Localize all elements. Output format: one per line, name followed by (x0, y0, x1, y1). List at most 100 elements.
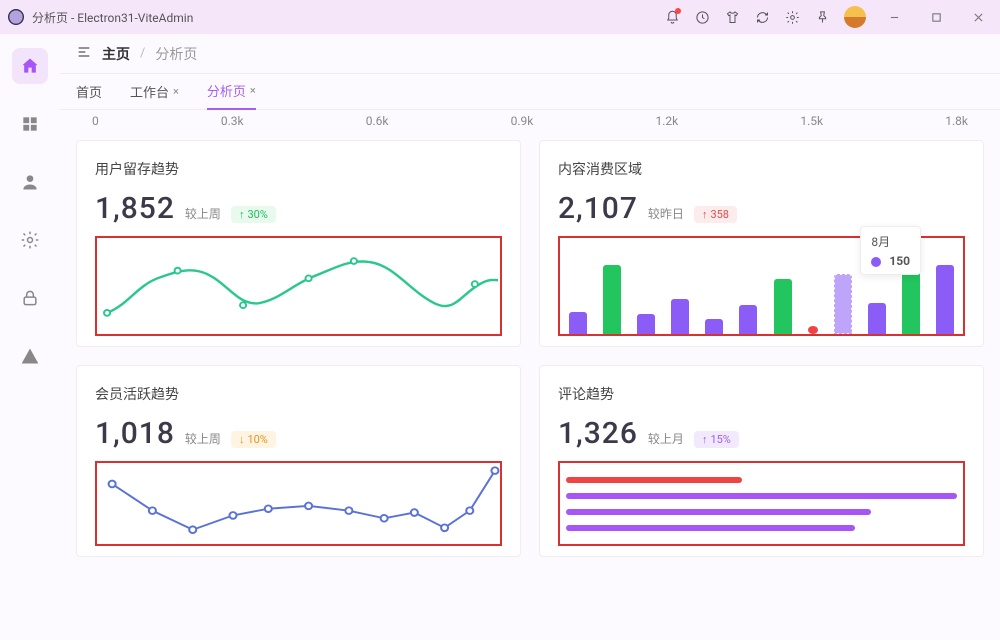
tooltip-title: 8月 (871, 233, 910, 250)
card-metrics: 1,326 较上月 ↑ 15% (558, 416, 965, 451)
close-icon[interactable]: × (250, 84, 256, 97)
shirt-icon[interactable] (724, 9, 740, 25)
axis-tick: 0.3k (221, 114, 244, 128)
card-retention: 用户留存趋势 1,852 较上周 ↑ 30% (76, 140, 521, 347)
sidebar-item-home[interactable] (12, 48, 48, 84)
sidebar-item-lock[interactable] (12, 280, 48, 316)
content-bar-chart[interactable]: 8月 150 (558, 236, 965, 336)
refresh-icon[interactable] (754, 9, 770, 25)
tab-label: 分析页 (207, 81, 246, 100)
delta-value: 10% (247, 433, 267, 446)
card-title: 内容消费区域 (558, 159, 965, 179)
delta-value: 30% (247, 208, 267, 221)
card-title: 会员活跃趋势 (95, 384, 502, 404)
bar[interactable] (774, 279, 792, 334)
card-title: 用户留存趋势 (95, 159, 502, 179)
metric-value: 1,852 (95, 191, 175, 226)
tab-label: 工作台 (130, 82, 169, 101)
metric-compare-label: 较上周 (185, 205, 221, 222)
bar[interactable] (603, 265, 621, 334)
bar[interactable] (705, 319, 723, 334)
axis-tick: 1.2k (656, 114, 679, 128)
bar[interactable] (671, 299, 689, 334)
axis-tick: 1.5k (800, 114, 823, 128)
breadcrumb-home[interactable]: 主页 (102, 44, 130, 64)
cards-grid: 用户留存趋势 1,852 较上周 ↑ 30% (76, 140, 984, 557)
bar[interactable] (868, 303, 886, 334)
window-close-button[interactable] (964, 5, 992, 29)
arrow-up-icon: ↑ (239, 208, 245, 221)
bar[interactable] (936, 265, 954, 334)
arrow-up-icon: ↑ (702, 208, 708, 221)
app-logo-icon (8, 9, 24, 25)
hbar[interactable] (566, 509, 871, 515)
window-maximize-button[interactable] (922, 5, 950, 29)
metric-value: 1,018 (95, 416, 175, 451)
hbar[interactable] (566, 525, 855, 531)
hbar[interactable] (566, 477, 742, 483)
avatar[interactable] (844, 6, 866, 28)
member-line-chart[interactable] (95, 461, 502, 546)
sidebar (0, 34, 60, 640)
bar[interactable] (739, 305, 757, 334)
sidebar-item-grid[interactable] (12, 106, 48, 142)
metric-compare-label: 较上月 (648, 430, 684, 447)
titlebar: 分析页 - Electron31-ViteAdmin (0, 0, 1000, 34)
card-title: 评论趋势 (558, 384, 965, 404)
arrow-up-icon: ↑ (702, 433, 708, 446)
titlebar-left: 分析页 - Electron31-ViteAdmin (8, 9, 193, 26)
bar[interactable] (808, 326, 818, 334)
axis-tick: 0.6k (366, 114, 389, 128)
tab-workbench[interactable]: 工作台 × (130, 74, 179, 110)
chart-tooltip: 8月 150 (860, 226, 921, 275)
close-icon[interactable]: × (173, 85, 179, 98)
card-metrics: 1,018 较上周 ↓ 10% (95, 416, 502, 451)
pin-icon[interactable] (814, 9, 830, 25)
delta-value: 15% (710, 433, 730, 446)
metric-value: 1,326 (558, 416, 638, 451)
card-metrics: 1,852 较上周 ↑ 30% (95, 191, 502, 226)
axis-tick: 0.9k (511, 114, 534, 128)
window-title: 分析页 - Electron31-ViteAdmin (32, 9, 193, 26)
tab-analysis[interactable]: 分析页 × (207, 74, 256, 110)
tab-label: 首页 (76, 82, 102, 101)
hbar[interactable] (566, 493, 957, 499)
card-comment: 评论趋势 1,326 较上月 ↑ 15% (539, 365, 984, 557)
content-scroll[interactable]: 0 0.3k 0.6k 0.9k 1.2k 1.5k 1.8k 用户留存趋势 1… (60, 110, 1000, 640)
axis-tick: 1.8k (945, 114, 968, 128)
sidebar-item-user[interactable] (12, 164, 48, 200)
clock-icon[interactable] (694, 9, 710, 25)
axis-ticks-row: 0 0.3k 0.6k 0.9k 1.2k 1.5k 1.8k (76, 114, 984, 128)
delta-value: 358 (710, 208, 729, 221)
card-member: 会员活跃趋势 1,018 较上周 ↓ 10% (76, 365, 521, 557)
comment-hbar-chart[interactable] (558, 461, 965, 546)
bell-icon[interactable] (664, 9, 680, 25)
tabs-bar: 首页 工作台 × 分析页 × (60, 74, 1000, 110)
main-area: 主页 / 分析页 首页 工作台 × 分析页 × 0 0.3k 0.6k 0. (60, 34, 1000, 640)
breadcrumb: 主页 / 分析页 (60, 34, 1000, 74)
retention-line-chart[interactable] (95, 236, 502, 336)
window-minimize-button[interactable] (880, 5, 908, 29)
bar[interactable] (569, 312, 587, 334)
tab-home[interactable]: 首页 (76, 74, 102, 110)
bar-highlight[interactable] (834, 274, 852, 334)
menu-toggle-icon[interactable] (76, 44, 92, 64)
titlebar-right (664, 5, 992, 29)
hbars-container (560, 463, 963, 544)
notification-dot-icon (675, 8, 681, 14)
bar[interactable] (902, 271, 920, 334)
sidebar-item-warning[interactable] (12, 338, 48, 374)
delta-badge: ↑ 15% (694, 431, 739, 448)
delta-badge: ↓ 10% (231, 431, 276, 448)
metric-compare-label: 较昨日 (648, 205, 684, 222)
tooltip-dot-icon (871, 257, 881, 267)
delta-badge: ↑ 30% (231, 206, 276, 223)
tooltip-value: 150 (889, 254, 910, 268)
breadcrumb-separator: / (140, 46, 145, 61)
sidebar-item-settings[interactable] (12, 222, 48, 258)
axis-tick: 0 (92, 114, 99, 128)
arrow-down-icon: ↓ (239, 433, 245, 446)
card-content: 内容消费区域 2,107 较昨日 ↑ 358 (539, 140, 984, 347)
gear-icon[interactable] (784, 9, 800, 25)
bar[interactable] (637, 314, 655, 334)
